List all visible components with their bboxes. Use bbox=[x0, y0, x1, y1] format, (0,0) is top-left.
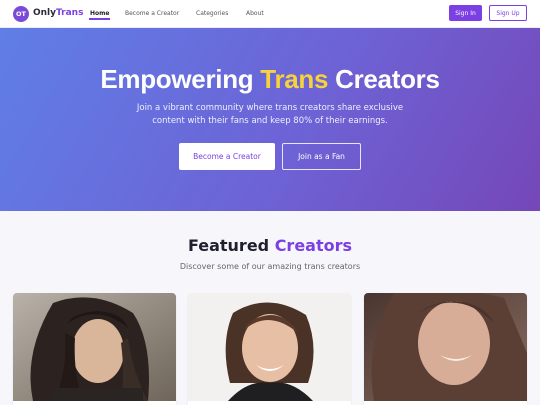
hero-subtitle: Join a vibrant community where trans cre… bbox=[136, 103, 404, 126]
featured-title: Featured Creators bbox=[187, 236, 353, 255]
featured-subtitle: Discover some of our amazing trans creat… bbox=[179, 262, 361, 271]
hero-section: Empowering Trans Creators Join a vibrant… bbox=[0, 28, 540, 211]
sign-up-button[interactable]: Sign Up bbox=[489, 5, 527, 21]
featured-title-highlight: Creators bbox=[274, 236, 353, 255]
creator-photo-2 bbox=[188, 293, 351, 401]
creator-photo-3 bbox=[364, 293, 527, 401]
nav-link-about[interactable]: About bbox=[246, 10, 264, 17]
brand-name-part-2[interactable]: Trans bbox=[56, 8, 83, 18]
brand-name-part-1[interactable]: Only bbox=[33, 8, 56, 18]
hero-title-highlight: Trans bbox=[260, 64, 329, 94]
top-navbar: OT Only Trans Home Become a Creator Cate… bbox=[0, 0, 540, 28]
logo-badge[interactable]: OT bbox=[13, 6, 29, 22]
nav-link-become-creator[interactable]: Become a Creator bbox=[125, 10, 179, 17]
creator-card-2-footer bbox=[188, 401, 351, 405]
hero-title: Empowering Trans Creators bbox=[100, 64, 440, 94]
creator-card-1-footer bbox=[13, 401, 176, 405]
sign-in-button[interactable]: Sign In bbox=[449, 5, 482, 21]
nav-link-home[interactable]: Home bbox=[90, 10, 109, 17]
nav-active-underline bbox=[89, 18, 110, 20]
creator-card-1[interactable] bbox=[13, 293, 176, 405]
creator-card-3-footer bbox=[364, 401, 527, 405]
creator-photo-1 bbox=[13, 293, 176, 401]
join-as-fan-button[interactable]: Join as a Fan bbox=[282, 143, 361, 170]
creator-card-3[interactable] bbox=[364, 293, 527, 405]
creator-card-2[interactable] bbox=[188, 293, 351, 405]
nav-link-categories[interactable]: Categories bbox=[196, 10, 228, 17]
become-creator-button[interactable]: Become a Creator bbox=[179, 143, 275, 170]
